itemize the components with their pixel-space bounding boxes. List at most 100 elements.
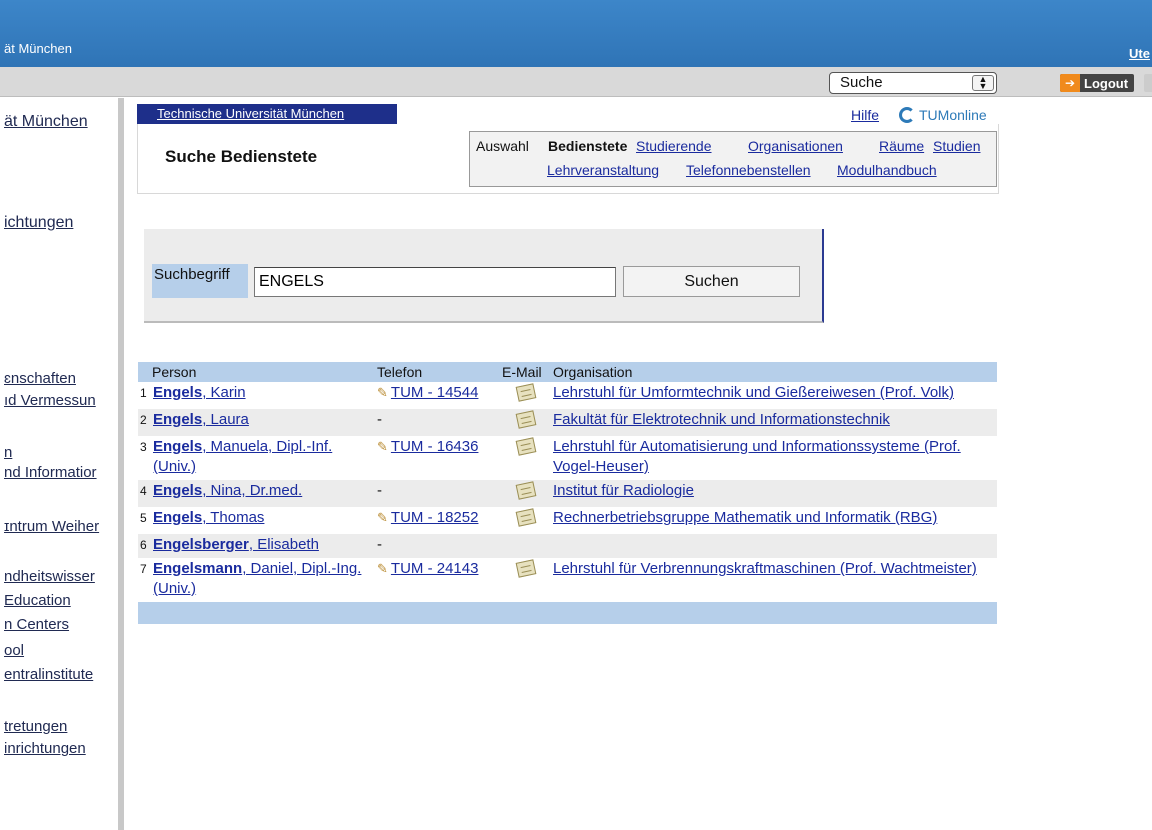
person-link[interactable]: Engelsberger, Elisabeth	[153, 536, 319, 553]
phone-empty: -	[377, 411, 382, 428]
sidebar-item[interactable]: tretungen	[4, 718, 67, 735]
nav-link-raeume[interactable]: Räume	[879, 138, 924, 154]
logout-label: Logout	[1084, 75, 1129, 91]
sidebar-item[interactable]: ichtungen	[4, 214, 73, 232]
person-link[interactable]: Engelsmann, Daniel, Dipl.-Ing. (Univ.)	[153, 560, 361, 597]
person-link[interactable]: Engels, Manuela, Dipl.-Inf. (Univ.)	[153, 438, 332, 475]
email-cell	[502, 534, 550, 558]
top-banner: ät München Ute	[0, 0, 1152, 67]
table-row: 2 Engels, Laura - Fakultät für Elektrotechn…	[138, 409, 997, 436]
envelope-icon[interactable]	[515, 383, 537, 402]
breadcrumb-link[interactable]: Technische Universität München	[157, 106, 344, 121]
sidebar-item[interactable]: ɛnschaften	[4, 370, 76, 387]
results-table: Person Telefon E-Mail Organisation 1 Enge…	[138, 362, 997, 624]
pencil-icon: ✎	[377, 385, 388, 400]
sidebar-item[interactable]: ndheitswisser	[4, 568, 95, 585]
person-firstname: , Karin	[202, 384, 246, 401]
sidebar-item[interactable]: ät München	[4, 113, 88, 131]
table-row: 5 Engels, Thomas ✎ TUM - 18252 Rechnerbetrie…	[138, 507, 997, 534]
search-input[interactable]	[254, 267, 616, 297]
nav-link-telefonnebenstellen[interactable]: Telefonnebenstellen	[686, 162, 811, 178]
tumonline-logo-icon	[899, 107, 915, 123]
email-cell	[502, 409, 550, 436]
sidebar: ät München ichtungen ɛnschaften ıd Verme…	[0, 98, 118, 830]
search-mode-value: Suche	[840, 74, 883, 91]
person-firstname: , Laura	[202, 411, 249, 428]
envelope-icon[interactable]	[515, 410, 537, 429]
row-number: 2	[138, 409, 150, 436]
phone-cell: ✎ TUM - 24143	[374, 558, 502, 602]
nav-link-studierende[interactable]: Studierende	[636, 138, 712, 154]
page-title: Suche Bedienstete	[165, 147, 318, 166]
sidebar-item[interactable]: ɪntrum Weiher	[4, 518, 99, 535]
help-link[interactable]: Hilfe	[851, 107, 879, 123]
organisation-link[interactable]: Institut für Radiologie	[553, 482, 694, 499]
sidebar-divider[interactable]	[118, 98, 124, 830]
person-link[interactable]: Engels, Laura	[153, 411, 249, 428]
organisation-link[interactable]: Rechnerbetriebsgruppe Mathematik und Inf…	[553, 509, 937, 526]
person-cell: Engelsberger, Elisabeth	[150, 534, 374, 558]
person-link[interactable]: Engels, Karin	[153, 384, 246, 401]
row-number: 7	[140, 562, 147, 576]
person-firstname: , Nina, Dr.med.	[202, 482, 303, 499]
organisation-link[interactable]: Lehrstuhl für Verbrennungskraftmaschinen…	[553, 560, 977, 577]
col-person: Person	[138, 362, 374, 382]
tumonline-brand[interactable]: TUMonline	[899, 107, 987, 123]
sidebar-item[interactable]: n Centers	[4, 616, 69, 633]
person-cell: Engels, Manuela, Dipl.-Inf. (Univ.)	[150, 436, 374, 480]
logout-button[interactable]: ➔ Logout	[1060, 74, 1135, 92]
person-cell: Engels, Laura	[150, 409, 374, 436]
pencil-icon: ✎	[377, 439, 388, 454]
row-number: 3	[140, 440, 147, 454]
user-link[interactable]: Ute	[1129, 46, 1150, 61]
sidebar-item[interactable]: ıd Vermessun	[4, 392, 96, 409]
row-number: 6	[138, 534, 150, 558]
table-row: 7 Engelsmann, Daniel, Dipl.-Ing. (Univ.) ✎…	[138, 558, 997, 602]
organisation-link[interactable]: Lehrstuhl für Umformtechnik und Gießerei…	[553, 384, 954, 401]
phone-empty: -	[377, 536, 382, 553]
email-cell	[502, 436, 550, 480]
envelope-icon[interactable]	[515, 559, 537, 578]
search-button[interactable]: Suchen	[623, 266, 800, 297]
phone-link[interactable]: TUM - 16436	[391, 438, 479, 455]
select-arrows-icon: ▲ ▼	[972, 75, 994, 91]
person-lastname: Engels	[153, 438, 203, 455]
person-link[interactable]: Engels, Nina, Dr.med.	[153, 482, 302, 499]
person-cell: Engelsmann, Daniel, Dipl.-Ing. (Univ.)	[150, 558, 374, 602]
sidebar-item[interactable]: Education	[4, 592, 71, 609]
phone-link[interactable]: TUM - 14544	[391, 384, 479, 401]
person-lastname: Engels	[153, 482, 203, 499]
envelope-icon[interactable]	[515, 481, 537, 500]
organisation-link[interactable]: Lehrstuhl für Automatisierung und Inform…	[553, 438, 961, 475]
envelope-icon[interactable]	[515, 508, 537, 527]
search-mode-select[interactable]: Suche ▲ ▼	[829, 72, 997, 94]
pencil-icon: ✎	[377, 561, 388, 576]
nav-link-organisationen[interactable]: Organisationen	[748, 138, 843, 154]
nav-link-lehrveranstaltung[interactable]: Lehrveranstaltung	[547, 162, 659, 178]
breadcrumb: Technische Universität München	[137, 104, 397, 124]
person-cell: Engels, Nina, Dr.med.	[150, 480, 374, 507]
organisation-link[interactable]: Fakultät für Elektrotechnik und Informat…	[553, 411, 890, 428]
table-footer	[138, 602, 997, 624]
sidebar-item[interactable]: nd Informatior	[4, 464, 97, 481]
person-lastname: Engels	[153, 411, 203, 428]
envelope-icon[interactable]	[515, 437, 537, 456]
sidebar-item[interactable]: entralinstitute	[4, 666, 93, 683]
sidebar-item[interactable]: inrichtungen	[4, 740, 86, 757]
person-link[interactable]: Engels, Thomas	[153, 509, 264, 526]
nav-link-modulhandbuch[interactable]: Modulhandbuch	[837, 162, 937, 178]
person-lastname: Engels	[153, 384, 203, 401]
row-number: 1	[140, 386, 147, 400]
phone-link[interactable]: TUM - 18252	[391, 509, 479, 526]
person-lastname: Engelsberger	[153, 536, 249, 553]
phone-cell: -	[374, 409, 502, 436]
email-cell	[502, 480, 550, 507]
sidebar-item[interactable]: n	[4, 444, 12, 461]
phone-link[interactable]: TUM - 24143	[391, 560, 479, 577]
table-row: 4 Engels, Nina, Dr.med. - Institut für Radi…	[138, 480, 997, 507]
organisation-cell: Fakultät für Elektrotechnik und Informat…	[550, 409, 997, 436]
nav-link-studien[interactable]: Studien	[933, 138, 980, 154]
person-lastname: Engelsmann	[153, 560, 243, 577]
organisation-cell	[550, 534, 997, 558]
sidebar-item[interactable]: ool	[4, 642, 24, 659]
